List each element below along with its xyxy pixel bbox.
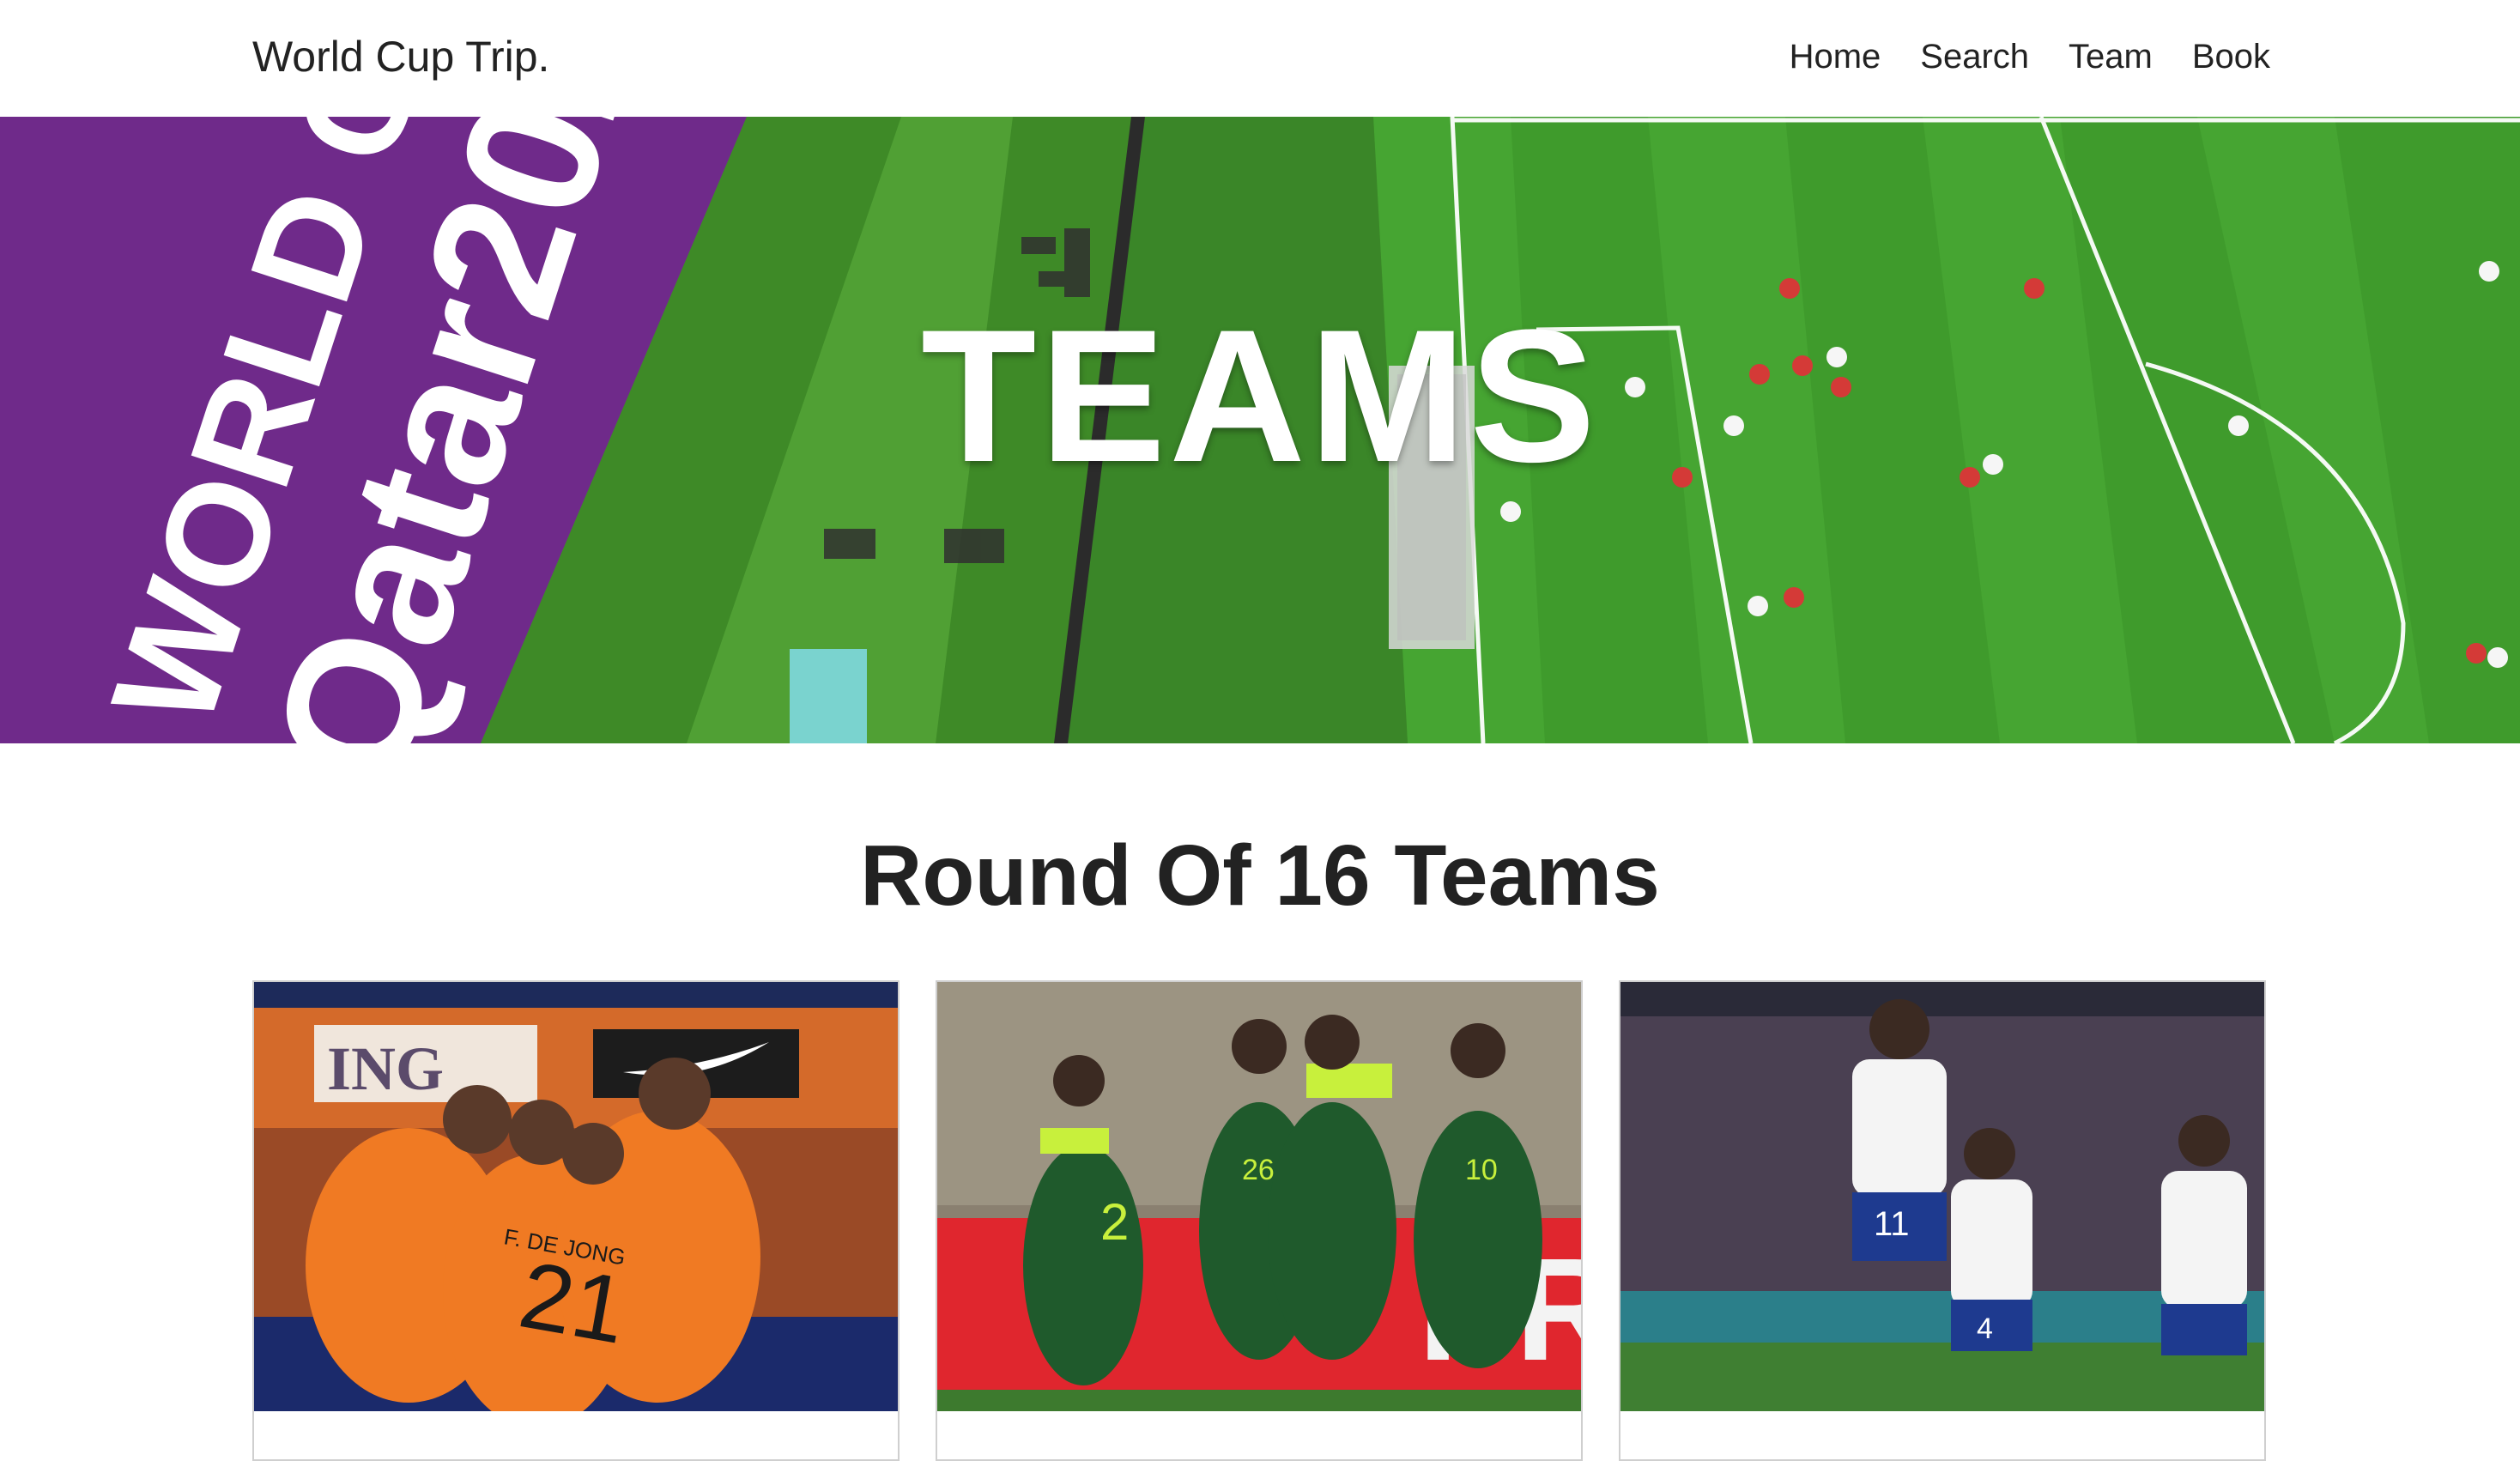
netherlands-team-photo: ING F. DE JONG 21 xyxy=(254,982,898,1411)
nav-team-link[interactable]: Team xyxy=(2069,33,2153,81)
card3-number-2: 4 xyxy=(1977,1312,1993,1345)
team-card-senegal[interactable]: PR 2 26 10 xyxy=(936,980,1583,1461)
hero-banner: WORLD CUP Qatar2022 TM TEAMS xyxy=(0,117,2520,743)
team-card-netherlands[interactable]: ING F. DE JONG 21 xyxy=(252,980,900,1461)
nav-book-link[interactable]: Book xyxy=(2192,33,2270,81)
team-card-england[interactable]: 11 4 xyxy=(1619,980,2266,1461)
england-team-photo: 11 4 xyxy=(1620,982,2264,1411)
senegal-team-photo: PR 2 26 10 xyxy=(937,982,1581,1411)
section-title: Round Of 16 Teams xyxy=(860,827,1660,924)
top-navbar: World Cup Trip. Home Search Team Book xyxy=(0,0,2520,117)
card1-sponsor-text: ING xyxy=(327,1034,444,1103)
hero-title: TEAMS xyxy=(921,290,1599,501)
team-cards: ING F. DE JONG 21 2 26 10 11 4 xyxy=(252,980,2269,1461)
nav-home-link[interactable]: Home xyxy=(1790,33,1881,81)
nav-search-link[interactable]: Search xyxy=(1920,33,2029,81)
card1-jersey-number: 21 xyxy=(512,1242,634,1364)
nav-links: Home Search Team Book xyxy=(1790,33,2270,81)
brand-logo-link[interactable]: World Cup Trip. xyxy=(252,31,549,82)
card2-number-1: 2 xyxy=(1100,1193,1129,1251)
card2-number-2: 26 xyxy=(1242,1154,1275,1186)
card3-number-1: 11 xyxy=(1874,1205,1910,1243)
card2-number-3: 10 xyxy=(1465,1154,1498,1186)
